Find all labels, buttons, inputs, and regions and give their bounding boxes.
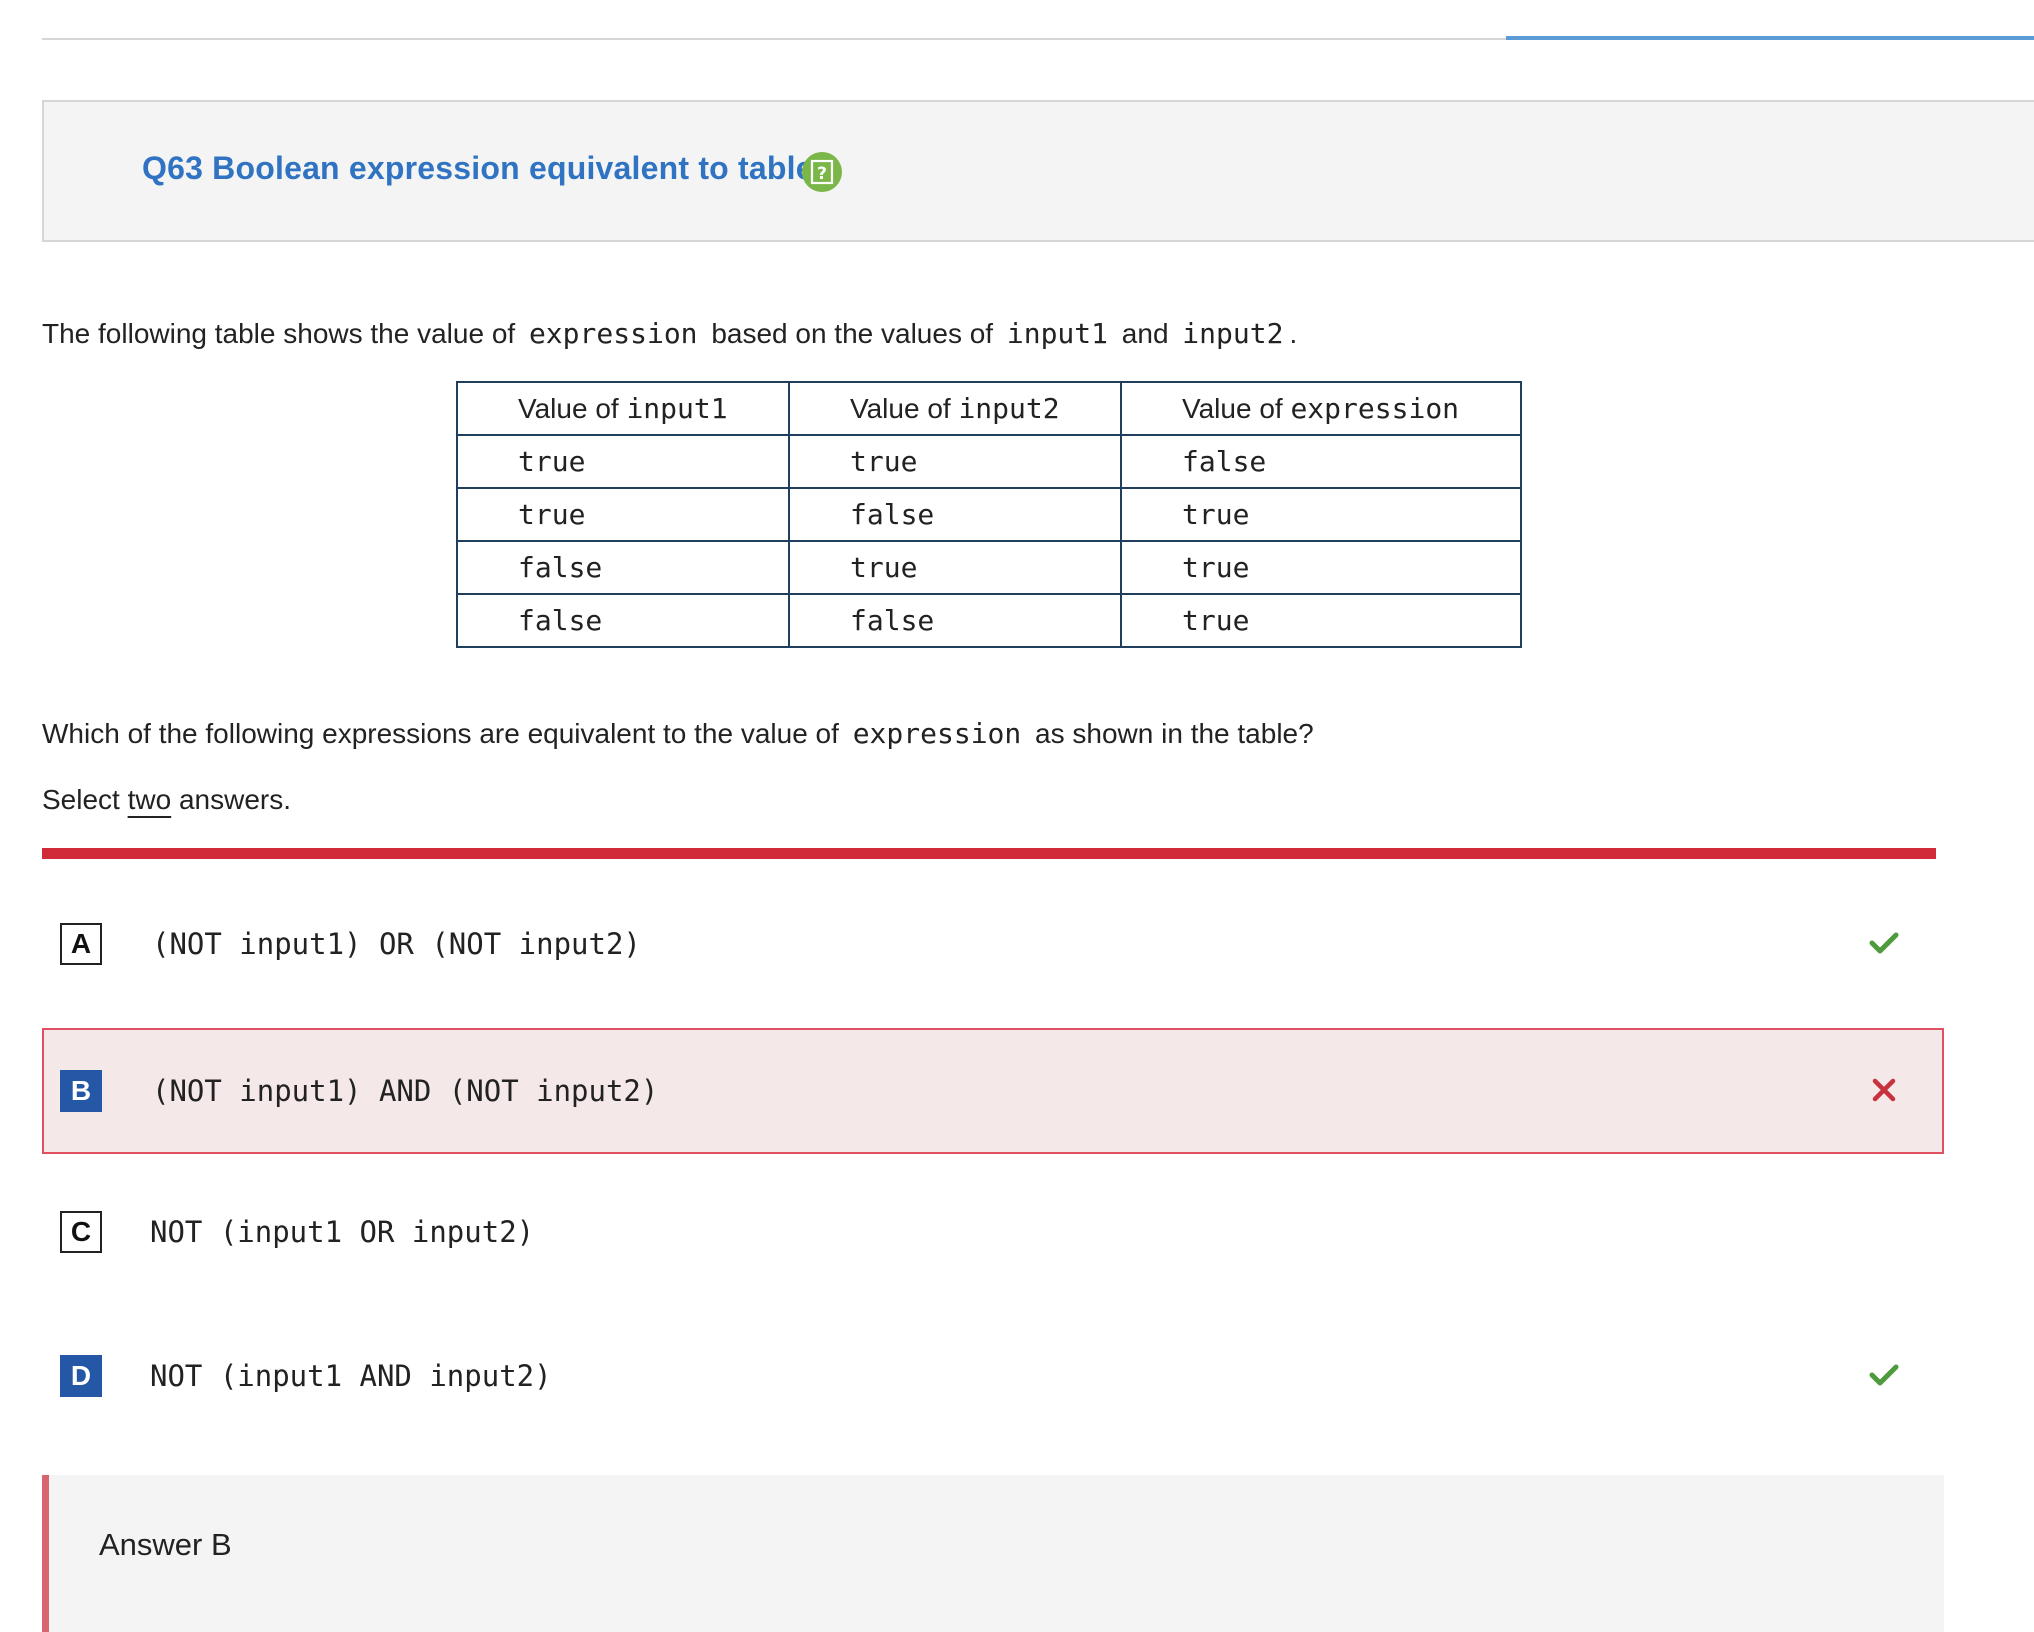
code-expression: expression (528, 317, 698, 350)
truth-table: Value of input1 Value of input2 Value of… (456, 381, 1522, 648)
intro-period: . (1289, 318, 1298, 349)
code-input2: input2 (1182, 317, 1284, 350)
table-header-cell: Value of expression (1120, 381, 1522, 436)
table-cell: true (1120, 487, 1522, 542)
option-letter[interactable]: C (60, 1211, 102, 1253)
table-cell: true (788, 540, 1122, 595)
check-icon (1866, 925, 1902, 961)
option-text: NOT (input1 AND input2) (150, 1359, 552, 1393)
svg-text:?: ? (817, 164, 827, 184)
table-row: true false true (456, 487, 1522, 542)
code-expression: expression (852, 717, 1022, 750)
table-row: false true true (456, 540, 1522, 595)
result-bar (42, 848, 1936, 859)
option-letter[interactable]: B (60, 1070, 102, 1112)
option-text: (NOT input1) OR (NOT input2) (152, 927, 641, 961)
select-count: two (127, 784, 172, 815)
prompt-text: Which of the following expressions are e… (42, 718, 839, 749)
question-prompt: Which of the following expressions are e… (42, 712, 1314, 756)
table-header-row: Value of input1 Value of input2 Value of… (456, 381, 1522, 436)
table-cell: true (456, 434, 790, 489)
question-header: Q63 Boolean expression equivalent to tab… (42, 100, 2034, 242)
table-cell: true (1120, 540, 1522, 595)
help-icon[interactable]: ? (802, 152, 842, 192)
intro-text: and (1121, 318, 1169, 349)
table-cell: false (788, 487, 1122, 542)
question-title: Q63 Boolean expression equivalent to tab… (142, 150, 814, 186)
table-cell: true (788, 434, 1122, 489)
answer-option-c[interactable]: C NOT (input1 OR input2) (42, 1169, 1944, 1295)
check-icon (1866, 1357, 1902, 1393)
cross-icon (1866, 1072, 1902, 1108)
table-header-cell: Value of input1 (456, 381, 790, 436)
answer-text: Answer B (99, 1527, 232, 1562)
select-text: answers. (178, 784, 292, 815)
select-instruction: Select two answers. (42, 778, 291, 822)
progress-indicator (1506, 36, 2034, 40)
option-letter[interactable]: A (60, 923, 102, 965)
option-text: (NOT input1) AND (NOT input2) (152, 1074, 659, 1108)
answer-feedback: Answer B (42, 1475, 1944, 1632)
question-page: Q63 Boolean expression equivalent to tab… (0, 0, 2034, 1632)
table-row: false false true (456, 593, 1522, 648)
table-cell: false (456, 593, 790, 648)
option-letter[interactable]: D (60, 1355, 102, 1397)
intro-text: based on the values of (711, 318, 994, 349)
table-cell: false (788, 593, 1122, 648)
question-intro: The following table shows the value of e… (42, 312, 1297, 356)
table-header-cell: Value of input2 (788, 381, 1122, 436)
answer-option-d[interactable]: D NOT (input1 AND input2) (42, 1313, 1944, 1439)
table-cell: false (1120, 434, 1522, 489)
table-cell: true (456, 487, 790, 542)
select-text: Select (42, 784, 120, 815)
option-text: NOT (input1 OR input2) (150, 1215, 535, 1249)
answer-option-a[interactable]: A (NOT input1) OR (NOT input2) (42, 881, 1944, 1007)
intro-text: The following table shows the value of (42, 318, 516, 349)
answer-option-b[interactable]: B (NOT input1) AND (NOT input2) (42, 1028, 1944, 1154)
table-cell: true (1120, 593, 1522, 648)
prompt-text: as shown in the table? (1035, 718, 1314, 749)
table-row: true true false (456, 434, 1522, 489)
code-input1: input1 (1006, 317, 1109, 350)
table-cell: false (456, 540, 790, 595)
